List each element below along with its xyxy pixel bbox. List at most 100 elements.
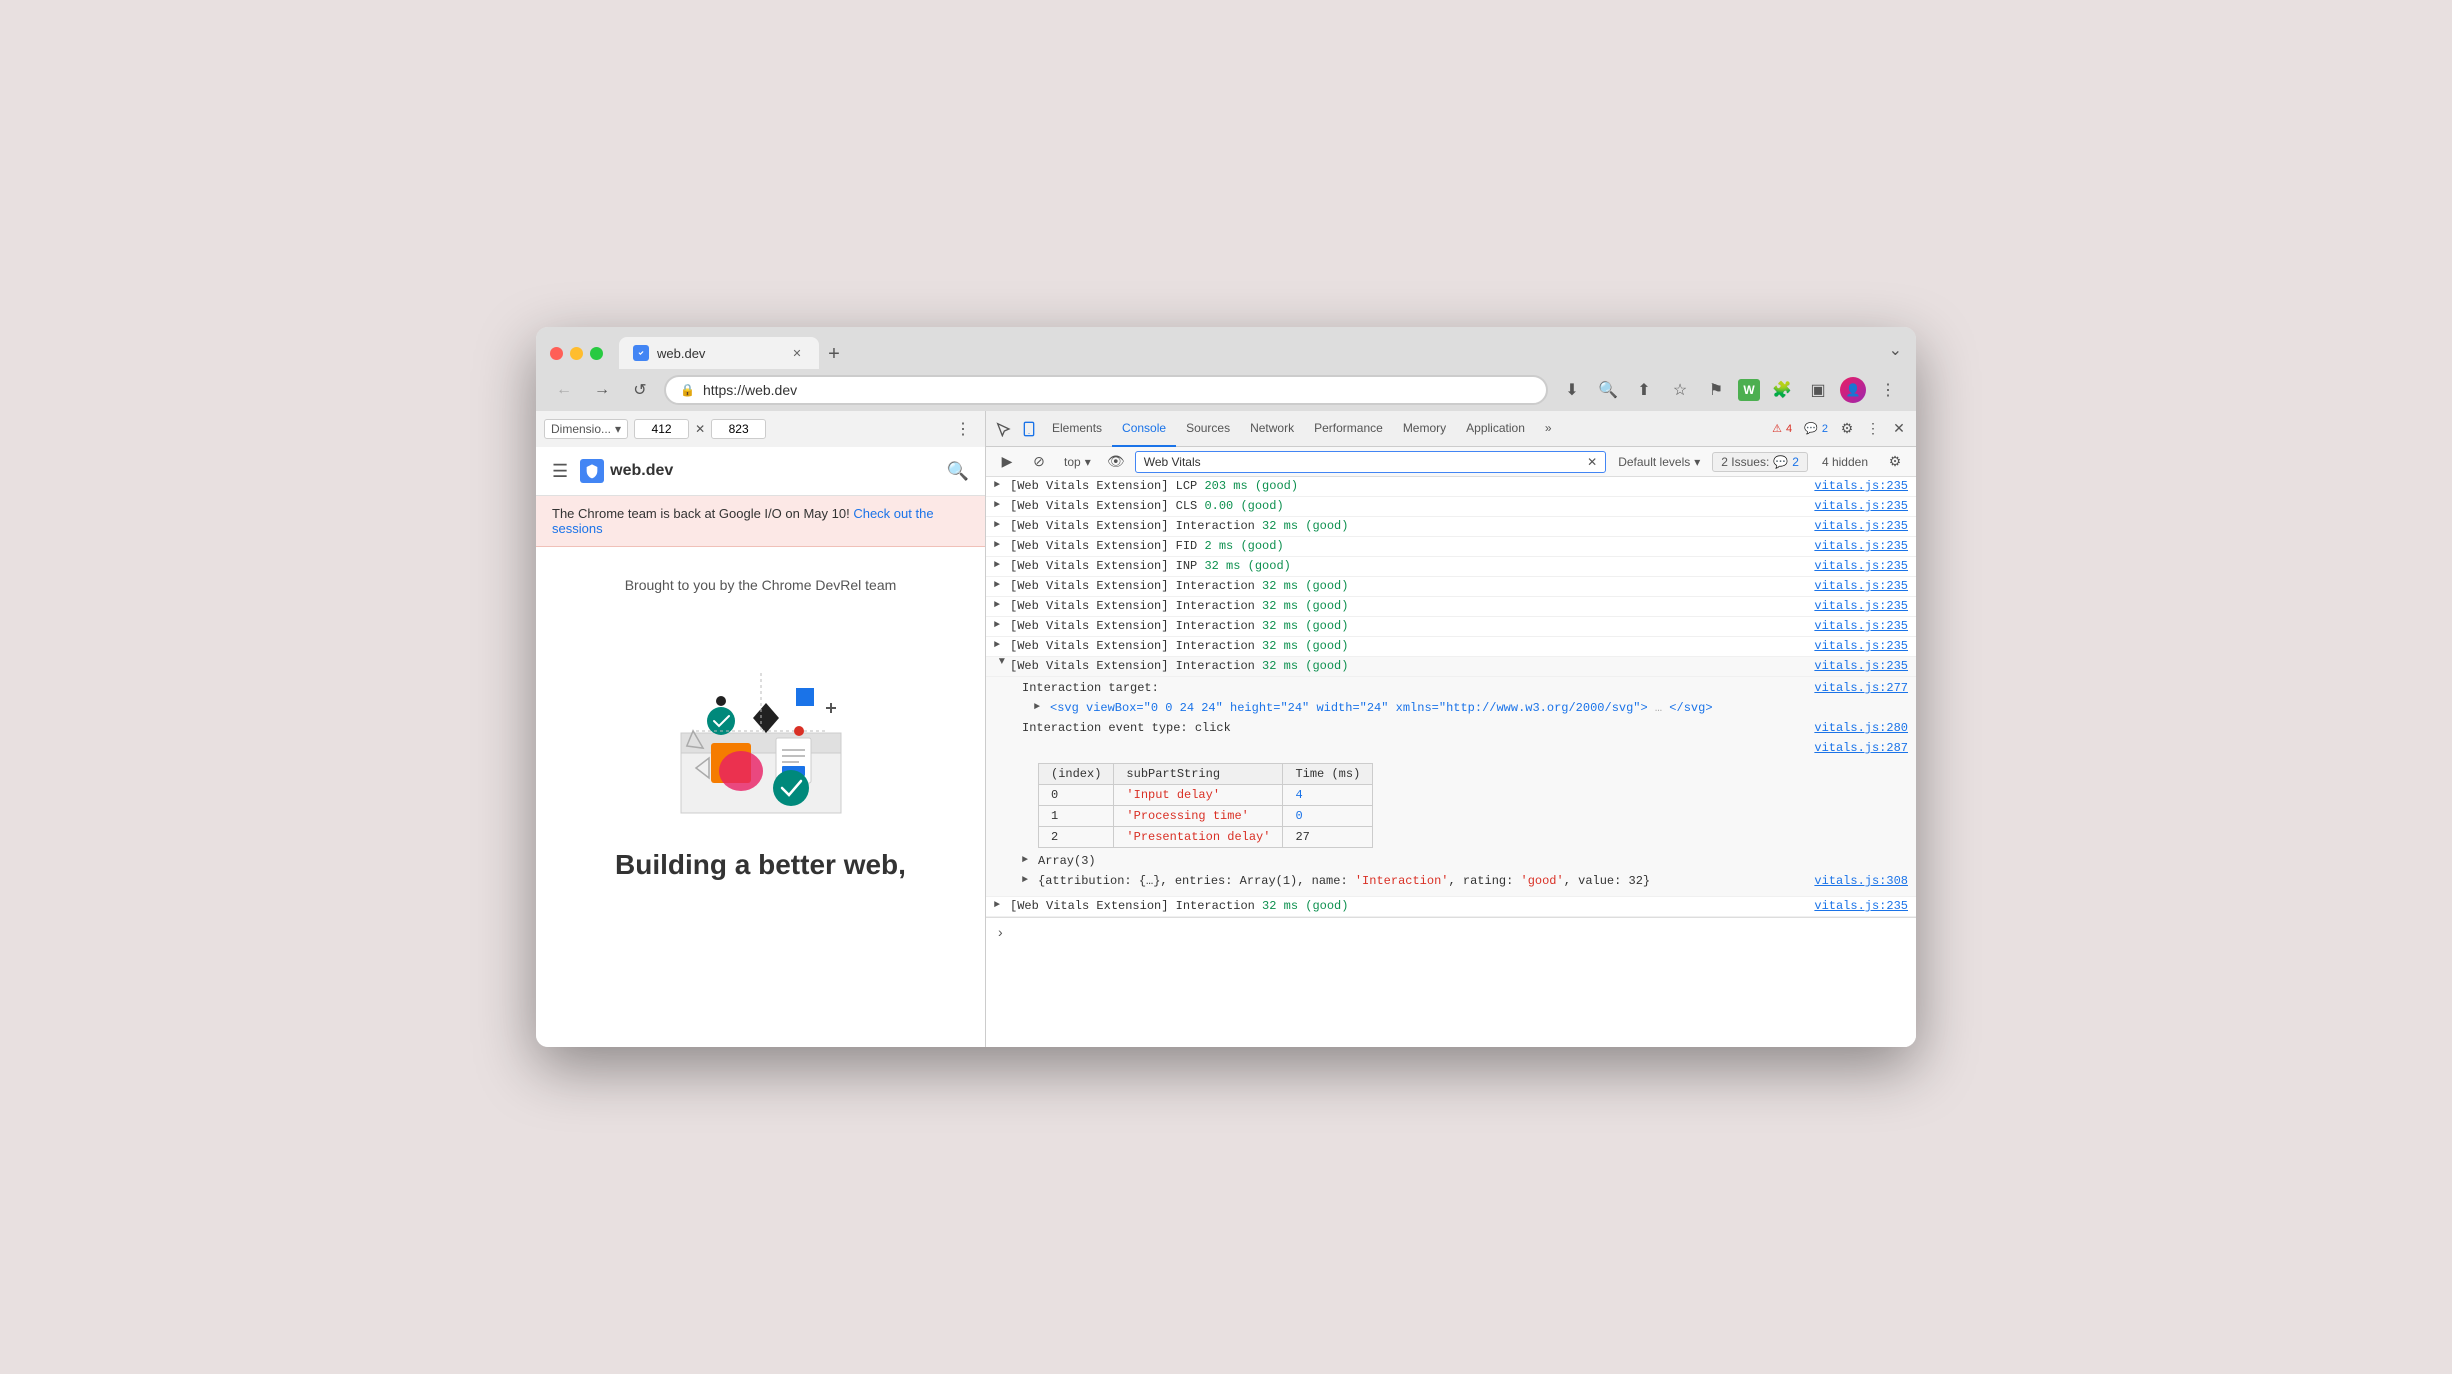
download-icon[interactable]: ⬇ — [1558, 376, 1586, 404]
log-source[interactable]: vitals.js:235 — [1814, 619, 1908, 633]
expand-arrow-icon[interactable]: ► — [994, 599, 1008, 611]
flag-icon[interactable]: ⚑ — [1702, 376, 1730, 404]
warning-icon: ⚠ — [1772, 422, 1782, 435]
eye-icon[interactable]: 👁 — [1103, 449, 1129, 475]
log-entry-cls[interactable]: ► [Web Vitals Extension] CLS 0.00 (good)… — [986, 497, 1916, 517]
device-toolbar-icon[interactable] — [1016, 416, 1042, 442]
inspect-element-icon[interactable] — [990, 416, 1016, 442]
share-icon[interactable]: ⬆ — [1630, 376, 1658, 404]
menu-icon[interactable]: ⋮ — [1874, 376, 1902, 404]
context-selector[interactable]: top ▾ — [1058, 453, 1097, 471]
tab-close-button[interactable]: ✕ — [789, 345, 805, 361]
log-source[interactable]: vitals.js:235 — [1814, 519, 1908, 533]
issues-badge[interactable]: 2 Issues: 💬 2 — [1712, 452, 1808, 472]
devtools-more-icon[interactable]: ⋮ — [1860, 416, 1886, 442]
minimize-button[interactable] — [570, 347, 583, 360]
maximize-button[interactable] — [590, 347, 603, 360]
main-content: ☰ web.dev 🔍 The Chrome team is back at G… — [536, 447, 1916, 1047]
tab-network[interactable]: Network — [1240, 411, 1304, 447]
expand-arrow-icon[interactable]: ► — [994, 539, 1008, 551]
settings-icon[interactable]: ⚙ — [1834, 416, 1860, 442]
table-cell-index: 0 — [1039, 785, 1114, 806]
run-script-icon[interactable]: ▶ — [994, 449, 1020, 475]
expand-arrow-icon[interactable]: ► — [994, 579, 1008, 591]
svg-expand-arrow[interactable]: ► — [1034, 701, 1048, 713]
avatar[interactable]: 👤 — [1840, 377, 1866, 403]
log-source[interactable]: vitals.js:235 — [1814, 499, 1908, 513]
table-row-2: 2 'Presentation delay' 27 — [1039, 827, 1373, 848]
log-source[interactable]: vitals.js:235 — [1814, 639, 1908, 653]
page-search-icon[interactable]: 🔍 — [947, 461, 969, 482]
page-preview: ☰ web.dev 🔍 The Chrome team is back at G… — [536, 447, 986, 1047]
log-levels-selector[interactable]: Default levels ▾ — [1612, 453, 1706, 471]
expand-arrow-icon[interactable]: ► — [994, 639, 1008, 651]
array-arrow[interactable]: ► — [1022, 854, 1036, 866]
warning-badge[interactable]: ⚠ 4 — [1766, 420, 1798, 437]
active-tab[interactable]: web.dev ✕ — [619, 337, 819, 369]
interaction-event-source[interactable]: vitals.js:280 — [1814, 721, 1908, 735]
info-badge[interactable]: 💬 2 — [1798, 420, 1834, 437]
expand-arrow-icon[interactable]: ► — [994, 619, 1008, 631]
tab-elements[interactable]: Elements — [1042, 411, 1112, 447]
log-source[interactable]: vitals.js:235 — [1814, 899, 1908, 913]
attribution-row[interactable]: ► {attribution: {…}, entries: Array(1), … — [1014, 872, 1916, 892]
log-entry-interaction-1[interactable]: ► [Web Vitals Extension] Interaction 32 … — [986, 517, 1916, 537]
log-entry-interaction-4[interactable]: ► [Web Vitals Extension] Interaction 32 … — [986, 617, 1916, 637]
extensions-icon[interactable]: 🧩 — [1768, 376, 1796, 404]
close-devtools-icon[interactable]: ✕ — [1886, 416, 1912, 442]
log-entry-inp[interactable]: ► [Web Vitals Extension] INP 32 ms (good… — [986, 557, 1916, 577]
collapse-arrow-icon[interactable]: ► — [995, 658, 1007, 672]
expand-arrow-icon[interactable]: ► — [994, 519, 1008, 531]
expand-arrow-icon[interactable]: ► — [994, 899, 1008, 911]
expand-arrow-icon[interactable]: ► — [994, 559, 1008, 571]
tab-performance[interactable]: Performance — [1304, 411, 1393, 447]
dimensions-more-icon[interactable]: ⋮ — [949, 415, 977, 443]
hamburger-menu-icon[interactable]: ☰ — [552, 461, 568, 482]
log-entry-lcp[interactable]: ► [Web Vitals Extension] LCP 203 ms (goo… — [986, 477, 1916, 497]
log-entry-interaction-expanded[interactable]: ► [Web Vitals Extension] Interaction 32 … — [986, 657, 1916, 677]
log-entry-interaction-last[interactable]: ► [Web Vitals Extension] Interaction 32 … — [986, 897, 1916, 917]
log-source[interactable]: vitals.js:235 — [1814, 539, 1908, 553]
extension-green-icon[interactable]: W — [1738, 379, 1760, 401]
log-entry-fid[interactable]: ► [Web Vitals Extension] FID 2 ms (good)… — [986, 537, 1916, 557]
expand-arrow-icon[interactable]: ► — [994, 479, 1008, 491]
expand-arrow-icon[interactable]: ► — [994, 499, 1008, 511]
blank-source[interactable]: vitals.js:287 — [1814, 741, 1908, 755]
close-button[interactable] — [550, 347, 563, 360]
attribution-arrow[interactable]: ► — [1022, 874, 1036, 886]
forward-button[interactable]: → — [588, 376, 616, 404]
table-cell-index: 1 — [1039, 806, 1114, 827]
tab-console[interactable]: Console — [1112, 411, 1176, 447]
height-input[interactable] — [711, 419, 766, 439]
tab-more[interactable]: » — [1535, 411, 1562, 447]
console-filter-input[interactable]: Web Vitals ✕ — [1135, 451, 1606, 473]
tab-memory[interactable]: Memory — [1393, 411, 1456, 447]
array-row[interactable]: ► Array(3) — [1014, 852, 1916, 872]
log-entry-interaction-3[interactable]: ► [Web Vitals Extension] Interaction 32 … — [986, 597, 1916, 617]
sidebar-icon[interactable]: ▣ — [1804, 376, 1832, 404]
log-source[interactable]: vitals.js:235 — [1814, 559, 1908, 573]
log-source[interactable]: vitals.js:235 — [1814, 479, 1908, 493]
log-source[interactable]: vitals.js:235 — [1814, 579, 1908, 593]
width-input[interactable] — [634, 419, 689, 439]
log-entry-interaction-2[interactable]: ► [Web Vitals Extension] Interaction 32 … — [986, 577, 1916, 597]
tab-application[interactable]: Application — [1456, 411, 1535, 447]
attribution-source[interactable]: vitals.js:308 — [1814, 874, 1908, 888]
stop-icon[interactable]: ⊘ — [1026, 449, 1052, 475]
console-input[interactable] — [1011, 925, 1904, 939]
clear-filter-icon[interactable]: ✕ — [1587, 455, 1597, 469]
tab-sources[interactable]: Sources — [1176, 411, 1240, 447]
console-settings-icon[interactable]: ⚙ — [1882, 449, 1908, 475]
zoom-icon[interactable]: 🔍 — [1594, 376, 1622, 404]
log-source[interactable]: vitals.js:235 — [1814, 599, 1908, 613]
device-preset-selector[interactable]: Dimensio... ▾ — [544, 419, 628, 439]
log-source[interactable]: vitals.js:235 — [1814, 659, 1908, 673]
interaction-target-source[interactable]: vitals.js:277 — [1814, 681, 1908, 695]
refresh-button[interactable]: ↺ — [626, 376, 654, 404]
new-tab-button[interactable]: + — [819, 339, 849, 369]
log-entry-interaction-5[interactable]: ► [Web Vitals Extension] Interaction 32 … — [986, 637, 1916, 657]
back-button[interactable]: ← — [550, 376, 578, 404]
window-chevron[interactable]: ⌄ — [1889, 340, 1902, 366]
address-field[interactable]: 🔒 https://web.dev — [664, 375, 1548, 405]
bookmark-icon[interactable]: ☆ — [1666, 376, 1694, 404]
